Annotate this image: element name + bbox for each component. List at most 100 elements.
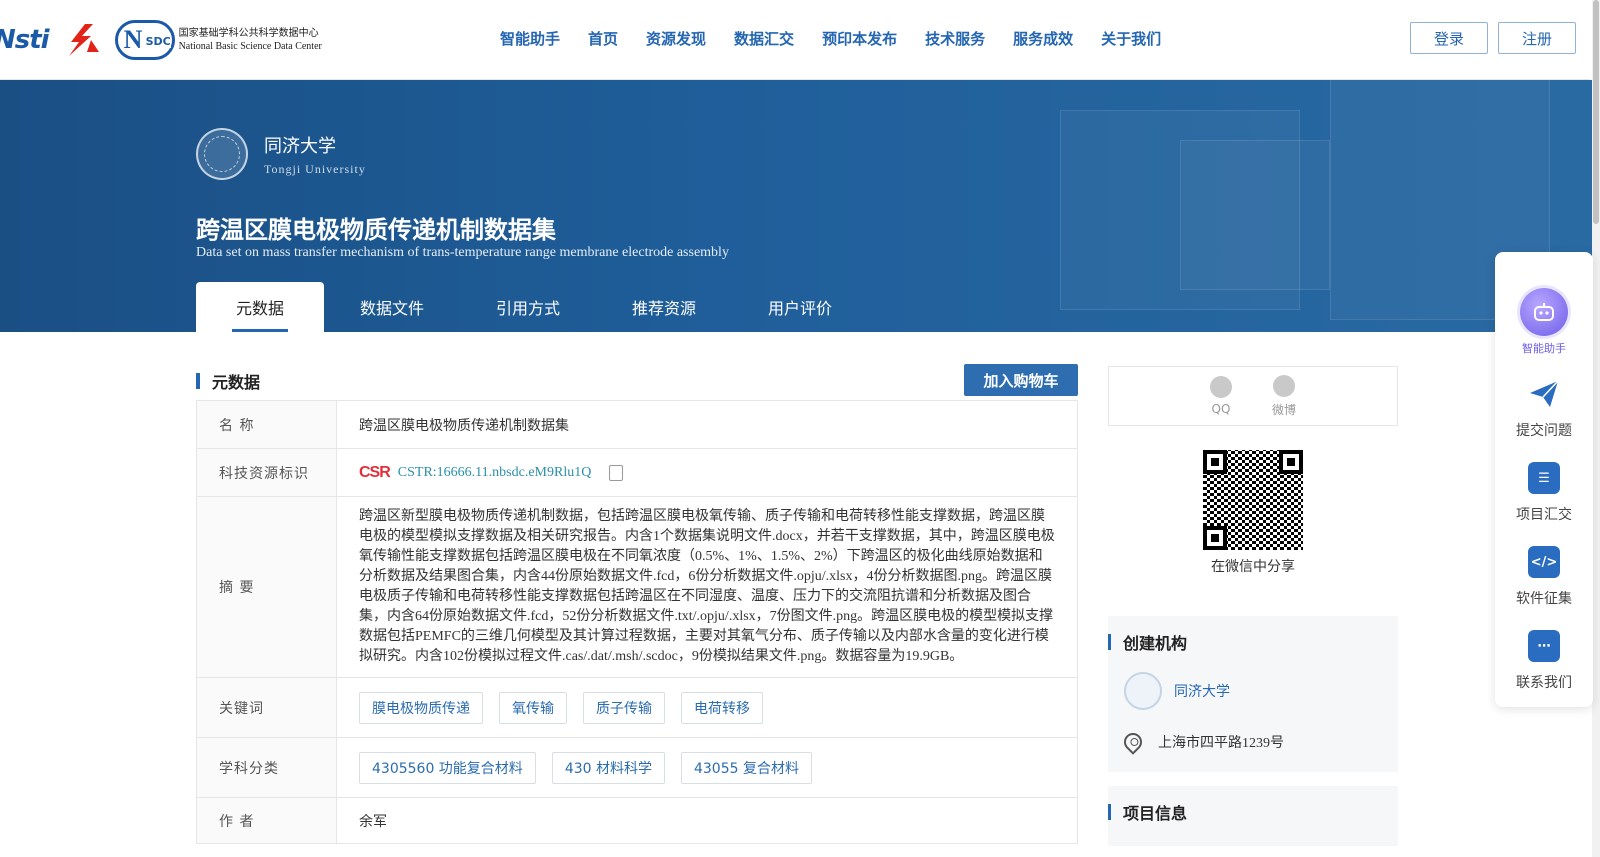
tongji-logo-icon (1124, 672, 1162, 710)
robot-icon (1520, 288, 1568, 336)
qr-finder (1203, 526, 1227, 550)
creator-org-box: 创建机构 同济大学 上海市四平路1239号 (1108, 616, 1398, 772)
logo-group: Nsti NSDC 国家基础学科公共科学数据中心 National Basic … (0, 18, 322, 62)
float-project-label: 项目汇交 (1516, 507, 1572, 523)
keyword-tag[interactable]: 氧传输 (499, 691, 567, 724)
dataset-banner: 同济大学 Tongji University 跨温区膜电极物质传递机制数据集 D… (0, 80, 1592, 332)
float-contact-label: 联系我们 (1516, 675, 1572, 691)
qr-finder (1203, 450, 1227, 474)
metadata-table: 名 称 跨温区膜电极物质传递机制数据集 科技资源标识 CSR CSTR:1666… (196, 400, 1078, 844)
login-button[interactable]: 登录 (1410, 22, 1488, 54)
institution-name-en: Tongji University (264, 161, 366, 176)
dataset-subtitle: Data set on mass transfer mechanism of t… (196, 245, 729, 260)
share-bar: QQ 微博 (1108, 366, 1398, 426)
code-icon: </> (1528, 546, 1560, 578)
tab-recommended[interactable]: 推荐资源 (596, 282, 732, 332)
red-brand-logo[interactable] (63, 22, 101, 58)
row-label: 学科分类 (196, 737, 337, 798)
row-label: 作 者 (196, 797, 337, 844)
cstr-link[interactable]: CSTR:16666.11.nbsdc.eM9Rlu1Q (398, 465, 592, 481)
project-info-box: 项目信息 (1108, 786, 1398, 846)
location-pin-icon (1120, 729, 1146, 755)
banner-decoration (1180, 140, 1330, 290)
subject-tag[interactable]: 430 材料科学 (551, 751, 665, 784)
folder-list-icon: ☰ (1528, 462, 1560, 494)
org-address: 上海市四平路1239号 (1158, 736, 1284, 751)
keyword-tag[interactable]: 膜电极物质传递 (359, 691, 483, 724)
table-row: 名 称 跨温区膜电极物质传递机制数据集 (196, 400, 1078, 449)
dataset-tabs: 元数据 数据文件 引用方式 推荐资源 用户评价 (196, 282, 868, 332)
section-marker (196, 373, 200, 389)
row-label: 科技资源标识 (196, 448, 337, 497)
table-row: 关键词 膜电极物质传递 氧传输 质子传输 电荷转移 (196, 677, 1078, 738)
metadata-section: 元数据 加入购物车 名 称 跨温区膜电极物质传递机制数据集 科技资源标识 CSR… (196, 364, 1078, 844)
share-qq[interactable]: QQ (1209, 376, 1232, 416)
org-name-link[interactable]: 同济大学 (1174, 681, 1230, 701)
keyword-tag[interactable]: 质子传输 (583, 691, 665, 724)
share-weibo[interactable]: 微博 (1271, 374, 1296, 418)
nav-about[interactable]: 关于我们 (1101, 28, 1161, 49)
table-row: 作 者 余军 (196, 797, 1078, 844)
tab-citation[interactable]: 引用方式 (460, 282, 596, 332)
float-project-collect[interactable]: ☰ 项目汇交 (1516, 462, 1572, 524)
row-label: 名 称 (196, 400, 337, 449)
float-software-collect[interactable]: </> 软件征集 (1516, 546, 1572, 608)
paper-plane-icon (1528, 378, 1560, 410)
dataset-title: 跨温区膜电极物质传递机制数据集 (196, 216, 556, 244)
share-weibo-label: 微博 (1271, 402, 1296, 417)
nav-ai-assistant[interactable]: 智能助手 (500, 28, 560, 49)
nsdc-badge-icon: N SDC (114, 20, 175, 60)
author-value: 余军 (336, 797, 1078, 844)
nav-service-results[interactable]: 服务成效 (1013, 28, 1073, 49)
abstract-text: 跨温区新型膜电极物质传递机制数据，包括跨温区膜电极氧传输、质子传输和电荷转移性能… (359, 509, 1055, 664)
add-to-cart-button[interactable]: 加入购物车 (964, 364, 1078, 396)
section-marker (1108, 804, 1111, 820)
register-button[interactable]: 注册 (1498, 22, 1576, 54)
scrollbar-thumb[interactable] (1593, 0, 1599, 224)
nav-tech-service[interactable]: 技术服务 (925, 28, 985, 49)
main-nav: 智能助手 首页 资源发现 数据汇交 预印本发布 技术服务 服务成效 关于我们 (500, 28, 1189, 49)
chat-bubble-icon: ⋯ (1528, 630, 1560, 662)
row-label: 摘 要 (196, 496, 337, 678)
copy-icon[interactable] (609, 464, 624, 481)
float-contact-us[interactable]: ⋯ 联系我们 (1516, 630, 1572, 692)
section-marker (1108, 634, 1111, 650)
tab-user-reviews[interactable]: 用户评价 (732, 282, 868, 332)
row-label: 关键词 (196, 677, 337, 738)
tab-data-files[interactable]: 数据文件 (324, 282, 460, 332)
nsti-logo[interactable]: Nsti (0, 25, 50, 55)
qq-icon (1209, 376, 1232, 398)
float-ai-assistant[interactable]: 智能助手 (1520, 288, 1568, 356)
wechat-qr-code (1203, 450, 1303, 550)
nsdc-name-cn: 国家基础学科公共科学数据中心 (178, 28, 319, 39)
table-row: 学科分类 4305560 功能复合材料 430 材料科学 43055 复合材料 (196, 737, 1078, 798)
float-submit-label: 提交问题 (1516, 423, 1572, 439)
float-software-label: 软件征集 (1516, 591, 1572, 607)
share-qq-label: QQ (1211, 402, 1231, 416)
float-submit-question[interactable]: 提交问题 (1516, 378, 1572, 440)
nsdc-logo[interactable]: N SDC 国家基础学科公共科学数据中心 National Basic Scien… (114, 20, 322, 60)
floating-menu: 智能助手 提交问题 ☰ 项目汇交 </> 软件征集 ⋯ 联系我们 (1495, 252, 1593, 707)
float-ai-label: 智能助手 (1522, 342, 1566, 355)
subject-tag[interactable]: 43055 复合材料 (680, 751, 812, 784)
nsdc-name-en: National Basic Science Data Center (178, 41, 322, 52)
subject-tag[interactable]: 4305560 功能复合材料 (359, 751, 536, 784)
tab-metadata[interactable]: 元数据 (196, 282, 324, 332)
weibo-icon (1272, 374, 1295, 397)
nav-data-submit[interactable]: 数据汇交 (734, 28, 794, 49)
right-sidebar: QQ 微博 在微信中分享 创建机构 同济大学 上海市四平路1239号 项目信息 (1108, 366, 1398, 846)
dataset-name-value: 跨温区膜电极物质传递机制数据集 (336, 400, 1078, 449)
nav-home[interactable]: 首页 (588, 28, 618, 49)
page-scrollbar[interactable] (1592, 0, 1600, 857)
creator-org-title: 创建机构 (1123, 634, 1188, 653)
project-info-title: 项目信息 (1123, 804, 1188, 823)
section-title: 元数据 (212, 373, 261, 392)
nav-discover[interactable]: 资源发现 (646, 28, 706, 49)
keyword-tag[interactable]: 电荷转移 (681, 691, 763, 724)
table-row: 科技资源标识 CSR CSTR:16666.11.nbsdc.eM9Rlu1Q (196, 448, 1078, 497)
tongji-logo-icon (196, 128, 248, 180)
wechat-share-label: 在微信中分享 (1211, 559, 1295, 575)
qr-finder (1279, 450, 1303, 474)
nav-preprint[interactable]: 预印本发布 (822, 28, 897, 49)
institution-name: 同济大学 (264, 135, 336, 157)
